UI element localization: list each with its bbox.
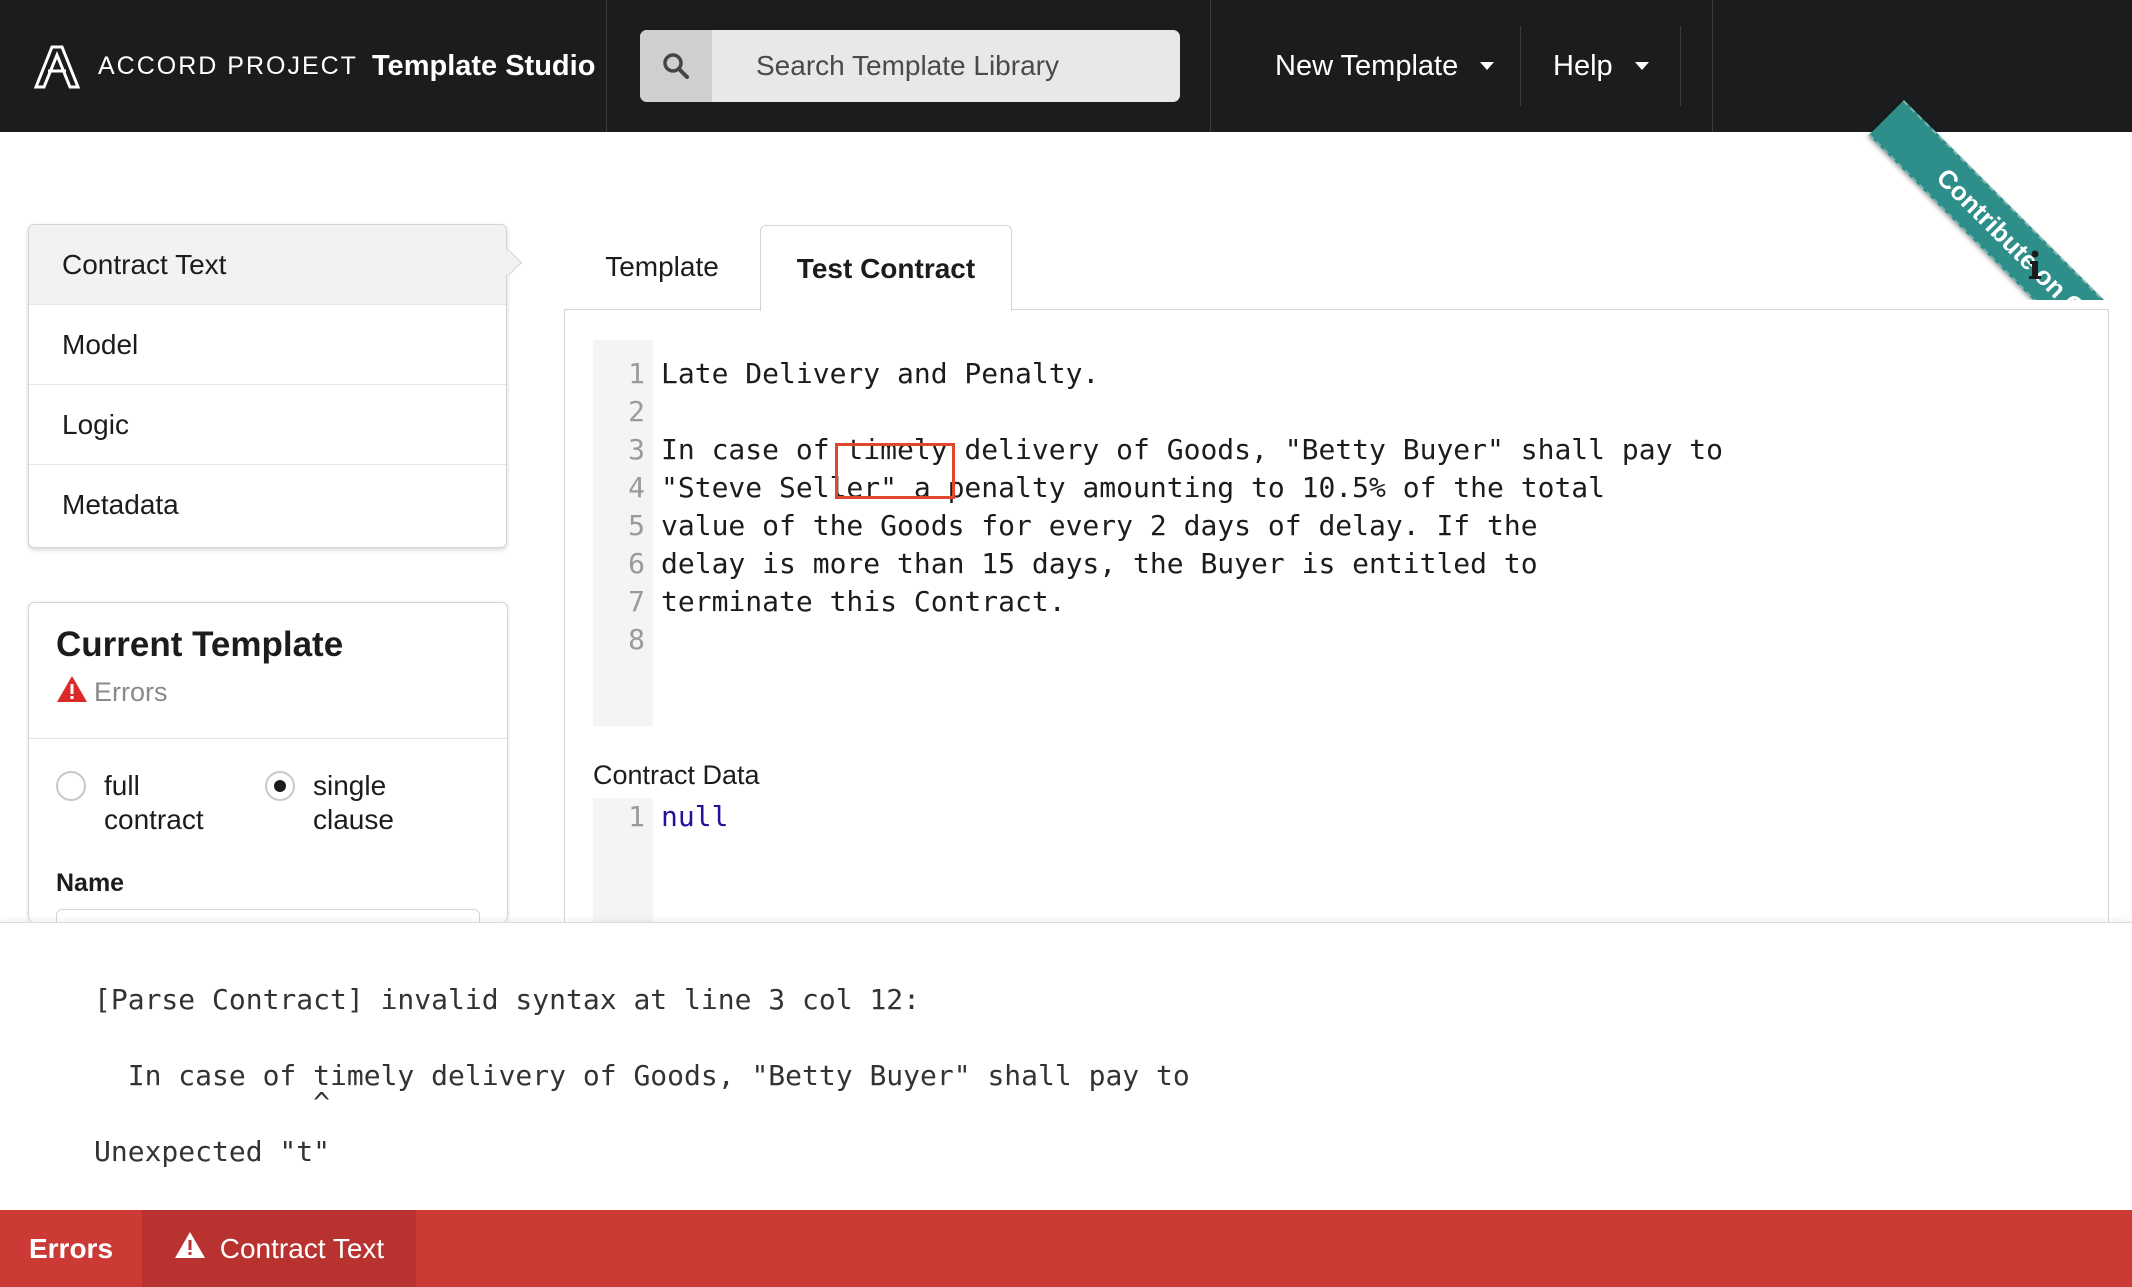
- error-highlight: [835, 443, 955, 499]
- nav-divider: [1520, 26, 1521, 106]
- code-line: terminate this Contract.: [661, 585, 1066, 618]
- warning-icon: [174, 1231, 220, 1266]
- sidebar-item-metadata[interactable]: Metadata: [29, 465, 506, 545]
- tab-test-contract[interactable]: Test Contract: [760, 225, 1012, 311]
- radio-single-clause[interactable]: single clause: [265, 769, 453, 837]
- card-title: Current Template: [56, 625, 344, 664]
- help-menu[interactable]: Help: [1553, 44, 1649, 88]
- error-tab-contract-text[interactable]: Contract Text: [142, 1210, 416, 1287]
- name-field[interactable]: [56, 909, 480, 922]
- new-template-label: New Template: [1275, 49, 1459, 82]
- line-number: 1: [628, 357, 645, 390]
- line-gutter: 1: [593, 798, 653, 930]
- code-line: Late Delivery and Penalty.: [661, 357, 1100, 390]
- contract-data-value: null: [661, 800, 729, 833]
- line-number: 4: [628, 471, 645, 504]
- line-number: 1: [628, 800, 645, 833]
- caret-down-icon: [1480, 62, 1495, 70]
- error-status-bar: Errors Contract Text: [0, 1210, 2132, 1287]
- github-ribbon[interactable]: Contribute on GitHub: [1832, 0, 2132, 300]
- info-icon[interactable]: [2028, 250, 2042, 285]
- new-template-menu[interactable]: New Template: [1275, 44, 1495, 88]
- line-number: 5: [628, 509, 645, 542]
- current-template-card: Current Template Errors full contract si…: [28, 602, 508, 922]
- sidebar-item-contract-text[interactable]: Contract Text: [29, 225, 506, 305]
- code-line: value of the Goods for every 2 days of d…: [661, 509, 1538, 542]
- line-number: 2: [628, 395, 645, 428]
- error-caret: ^: [94, 1086, 331, 1119]
- nav-divider: [1712, 0, 1713, 132]
- tab-template[interactable]: Template: [564, 225, 760, 309]
- caret-down-icon: [1634, 62, 1649, 70]
- brand[interactable]: ACCORD PROJECT: [32, 40, 358, 92]
- contract-data-editor[interactable]: 1 null: [593, 798, 2073, 930]
- radio-label: full contract: [104, 770, 204, 835]
- test-contract-panel: 1 2 3 4 5 6 7 8 Late Delivery and Penalt…: [564, 309, 2109, 930]
- radio-label: single clause: [313, 770, 394, 835]
- error-tab-label: Contract Text: [219, 1232, 385, 1264]
- name-label: Name: [56, 869, 125, 897]
- line-number: 7: [628, 585, 645, 618]
- error-panel: [Parse Contract] invalid syntax at line …: [0, 922, 2132, 1210]
- top-navbar: ACCORD PROJECT Template Studio Search Te…: [0, 0, 2132, 300]
- radio-full-contract[interactable]: full contract: [56, 769, 244, 837]
- nav-divider: [1210, 0, 1211, 132]
- radio-button[interactable]: [56, 771, 86, 801]
- search-icon[interactable]: [640, 30, 712, 102]
- help-label: Help: [1553, 49, 1613, 82]
- code-line: "Steve Seller" a penalty amounting to 10…: [661, 471, 1606, 504]
- errors-label[interactable]: Errors: [0, 1210, 142, 1287]
- search-bar[interactable]: Search Template Library: [640, 30, 1180, 102]
- line-gutter: 1 2 3 4 5 6 7 8: [593, 340, 653, 726]
- brand-name: ACCORD PROJECT: [98, 51, 358, 80]
- divider: [29, 738, 507, 739]
- search-input[interactable]: Search Template Library: [712, 30, 1180, 102]
- nav-divider: [1680, 26, 1681, 106]
- template-status: Errors: [56, 675, 168, 710]
- line-number: 8: [628, 623, 645, 656]
- sidebar-menu: Contract Text Model Logic Metadata: [28, 224, 507, 548]
- code-line: In case of timely delivery of Goods, "Be…: [661, 433, 1724, 466]
- sidebar-item-logic[interactable]: Logic: [29, 385, 506, 465]
- error-detail: Unexpected "t": [94, 1135, 331, 1168]
- accord-logo-icon: [32, 41, 82, 91]
- contract-data-label: Contract Data: [593, 760, 760, 790]
- radio-button[interactable]: [265, 771, 295, 801]
- line-number: 6: [628, 547, 645, 580]
- app-title[interactable]: Template Studio: [372, 44, 595, 88]
- contract-text-editor[interactable]: 1 2 3 4 5 6 7 8 Late Delivery and Penalt…: [593, 340, 2073, 726]
- line-number: 3: [628, 433, 645, 466]
- error-message: [Parse Contract] invalid syntax at line …: [94, 983, 921, 1016]
- code-line: delay is more than 15 days, the Buyer is…: [661, 547, 1538, 580]
- nav-divider: [606, 0, 607, 132]
- status-label: Errors: [94, 677, 168, 707]
- warning-icon: [56, 675, 94, 710]
- sidebar-item-model[interactable]: Model: [29, 305, 506, 385]
- github-ribbon-label[interactable]: Contribute on GitHub: [1868, 100, 2132, 300]
